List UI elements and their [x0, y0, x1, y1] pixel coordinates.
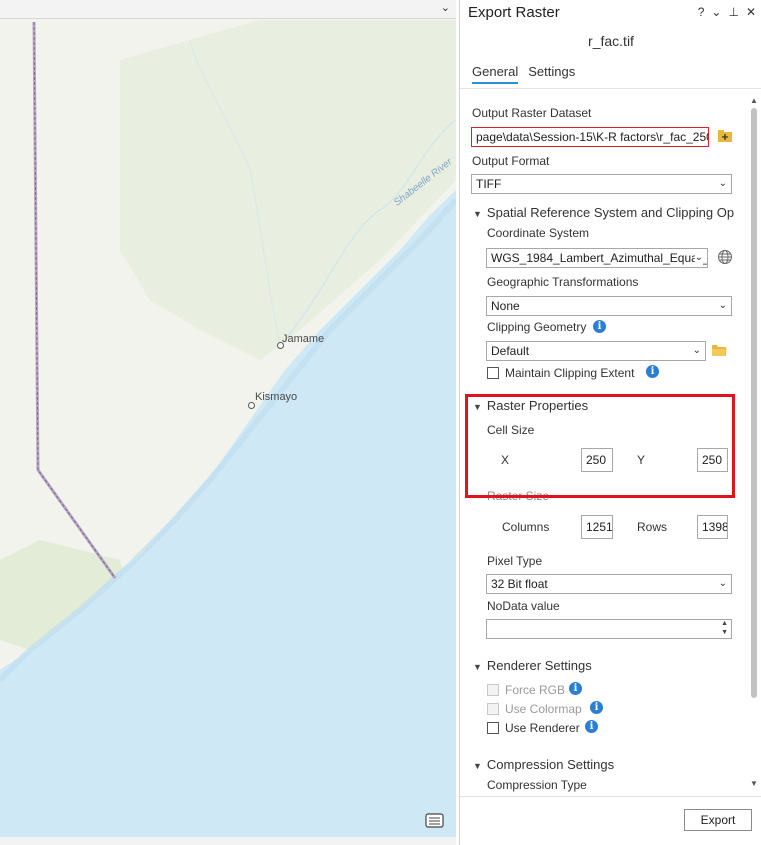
clipping-geometry-value: Default	[491, 344, 530, 358]
highlight-box	[465, 394, 735, 498]
output-format-label: Output Format	[472, 154, 550, 168]
info-icon[interactable]: i	[646, 365, 659, 378]
coordinate-system-select[interactable]: WGS_1984_Lambert_Azimuthal_Equal_ ⌄	[486, 248, 708, 268]
section-spatial-reference[interactable]: ▼ Spatial Reference System and Clipping O…	[473, 205, 734, 220]
map-view[interactable]: ⌄ Jamame Kismayo Shabeelle River	[0, 0, 456, 845]
force-rgb-checkbox[interactable]	[487, 684, 499, 696]
section-compression-settings[interactable]: ▼ Compression Settings	[473, 757, 614, 772]
chevron-down-icon: ⌄	[718, 578, 727, 589]
city-marker	[248, 402, 255, 409]
city-label: Jamame	[282, 333, 325, 345]
scroll-up-icon[interactable]: ▲	[750, 96, 758, 105]
export-raster-pane: Export Raster ? ⌄ ⊥ ✕ r_fac.tif General …	[459, 0, 761, 845]
collapse-chevron-icon: ▼	[473, 662, 482, 672]
divider	[460, 796, 761, 797]
add-folder-icon[interactable]	[717, 128, 733, 147]
scrollbar-thumb[interactable]	[751, 108, 757, 698]
coordinate-system-label: Coordinate System	[487, 226, 590, 240]
output-format-value: TIFF	[476, 177, 502, 191]
scrollbar[interactable]: ▲ ▼	[748, 96, 760, 788]
columns-label: Columns	[502, 520, 550, 534]
info-icon[interactable]: i	[590, 701, 603, 714]
output-raster-input[interactable]: page\data\Session-15\K-R factors\r_fac_2…	[471, 127, 709, 147]
geographic-transformations-label: Geographic Transformations	[487, 275, 639, 289]
force-rgb-label: Force RGB	[505, 683, 566, 697]
section-title: Renderer Settings	[486, 658, 592, 673]
close-icon[interactable]: ✕	[746, 5, 756, 19]
chevron-down-icon: ⌄	[692, 345, 701, 356]
geographic-transformations-select[interactable]: None ⌄	[486, 296, 732, 316]
city-label: Kismayo	[255, 391, 298, 403]
coordinate-system-value: WGS_1984_Lambert_Azimuthal_Equal_	[491, 251, 708, 265]
globe-icon[interactable]	[717, 249, 733, 268]
pane-subject: r_fac.tif	[588, 33, 634, 49]
section-renderer-settings[interactable]: ▼ Renderer Settings	[473, 658, 592, 673]
output-raster-label: Output Raster Dataset	[472, 106, 592, 120]
rows-input[interactable]: 1398	[697, 515, 728, 539]
basemap-tool-icon[interactable]	[424, 811, 446, 831]
pixel-type-select[interactable]: 32 Bit float ⌄	[486, 574, 732, 594]
maintain-clipping-extent-checkbox[interactable]	[487, 367, 499, 379]
map-toolbar: ⌄	[0, 0, 456, 19]
nodata-label: NoData value	[487, 599, 560, 613]
columns-input[interactable]: 1251	[581, 515, 613, 539]
use-renderer-label: Use Renderer	[505, 721, 580, 735]
tab-general[interactable]: General	[472, 64, 519, 84]
clipping-geometry-select[interactable]: Default ⌄	[486, 341, 706, 361]
chevron-down-icon: ⌄	[718, 178, 727, 189]
collapse-chevron-icon: ▼	[473, 761, 482, 771]
help-icon[interactable]: ?	[698, 5, 705, 19]
use-colormap-label: Use Colormap	[505, 702, 582, 716]
pixel-type-value: 32 Bit float	[491, 577, 548, 591]
spinner-icon[interactable]: ▲ ▼	[721, 620, 728, 637]
chevron-down-icon[interactable]: ⌄	[441, 1, 450, 14]
use-colormap-checkbox[interactable]	[487, 703, 499, 715]
map-status-bar	[0, 837, 456, 845]
section-title: Compression Settings	[486, 757, 615, 772]
divider	[460, 88, 761, 89]
pane-tabs: General Settings	[472, 64, 575, 84]
pane-title: Export Raster	[468, 4, 560, 21]
compression-type-label: Compression Type	[487, 778, 587, 792]
nodata-input[interactable]: ▲ ▼	[486, 619, 732, 639]
map-canvas[interactable]	[0, 0, 456, 845]
use-renderer-checkbox[interactable]	[487, 722, 499, 734]
collapse-chevron-icon: ▼	[473, 209, 482, 219]
section-title: Spatial Reference System and Clipping Op	[486, 205, 735, 220]
tab-settings[interactable]: Settings	[528, 64, 575, 84]
output-format-select[interactable]: TIFF ⌄	[471, 174, 732, 194]
chevron-down-icon[interactable]: ⌄	[711, 5, 721, 19]
pin-icon[interactable]: ⊥	[728, 5, 738, 19]
maintain-clipping-extent-label: Maintain Clipping Extent	[505, 366, 635, 380]
folder-icon[interactable]	[711, 343, 728, 360]
export-button[interactable]: Export	[684, 809, 752, 831]
chevron-down-icon: ⌄	[718, 300, 727, 311]
chevron-down-icon: ⌄	[694, 249, 703, 267]
clipping-geometry-label: Clipping Geometry	[487, 320, 587, 334]
geographic-transformations-value: None	[491, 299, 520, 313]
pane-controls: ? ⌄ ⊥ ✕	[698, 5, 756, 19]
info-icon[interactable]: i	[569, 682, 582, 695]
info-icon[interactable]: i	[585, 720, 598, 733]
scroll-down-icon[interactable]: ▼	[750, 779, 758, 788]
info-icon[interactable]: i	[593, 320, 606, 333]
pixel-type-label: Pixel Type	[487, 554, 543, 568]
rows-label: Rows	[637, 520, 668, 534]
parameters-panel: Output Raster Dataset page\data\Session-…	[460, 92, 761, 792]
